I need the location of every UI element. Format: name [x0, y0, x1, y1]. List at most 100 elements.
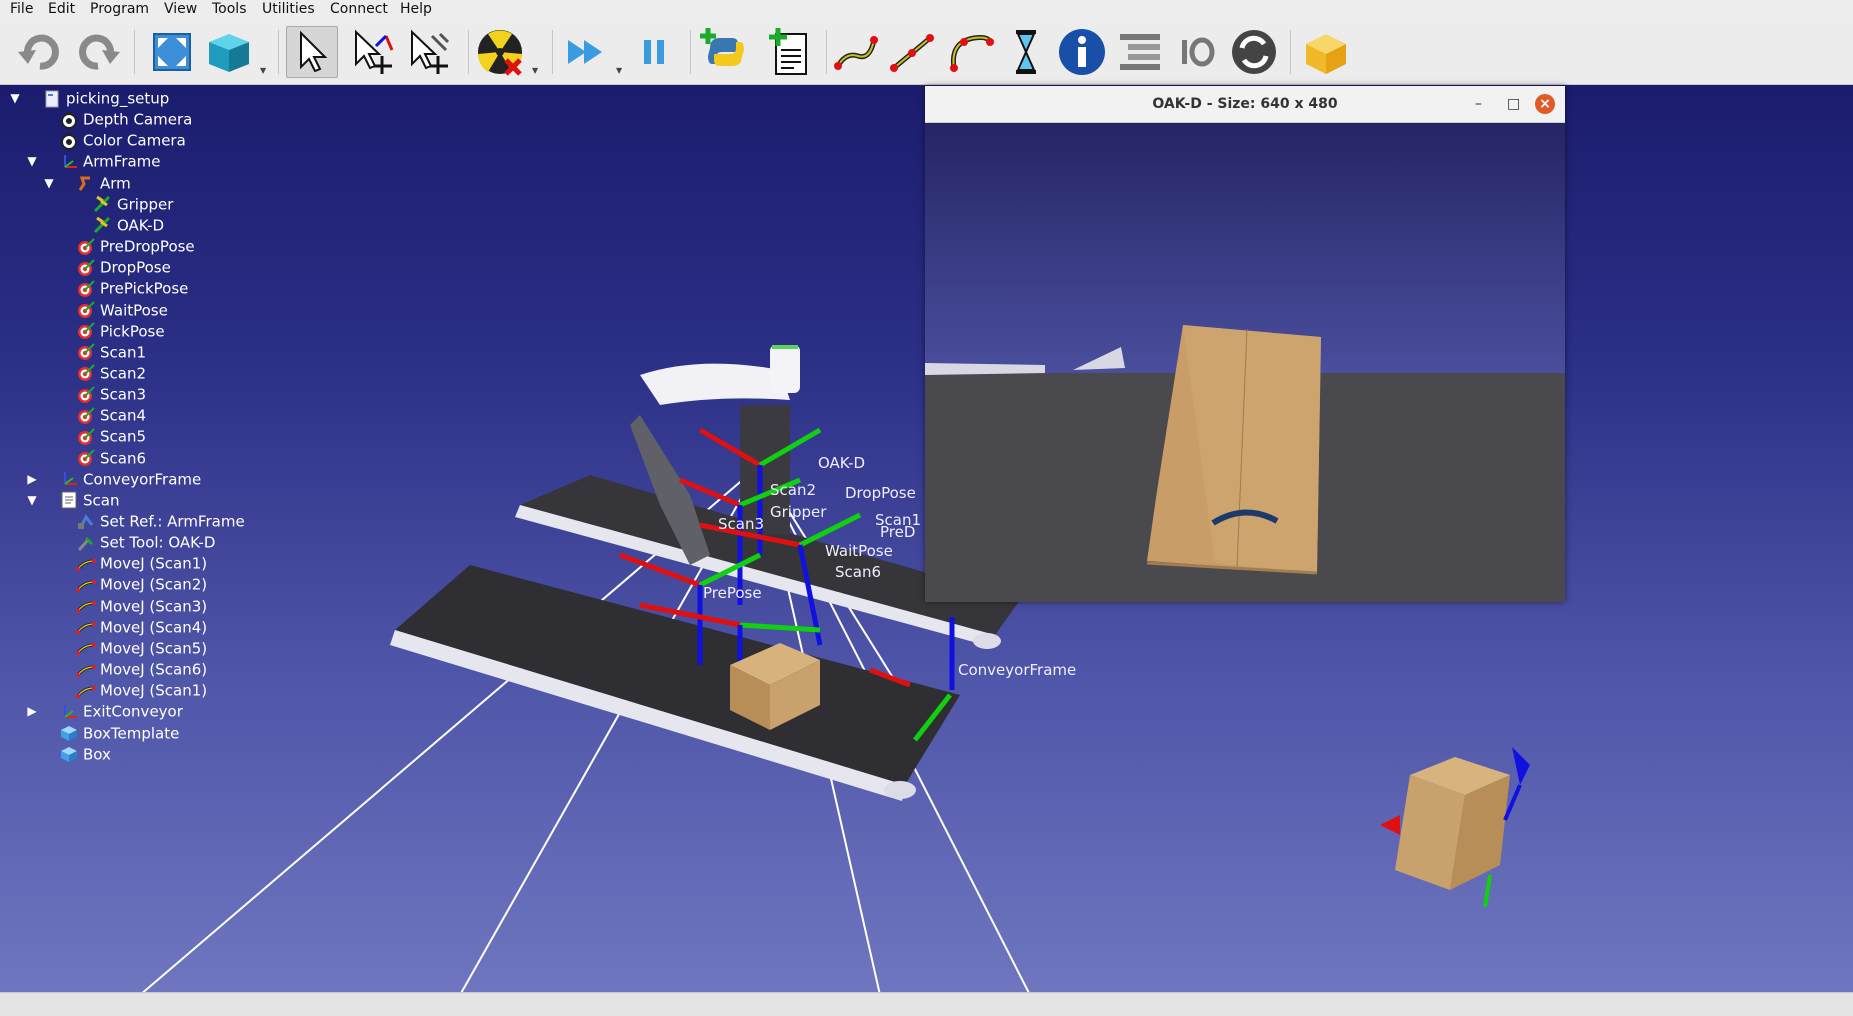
menu-edit[interactable]: Edit — [48, 1, 75, 17]
label-conveyor-frame: ConveyorFrame — [958, 661, 1076, 679]
tree-item[interactable]: Scan2 — [76, 362, 146, 384]
collapse-arrow-icon[interactable]: ▼ — [42, 176, 56, 190]
camera-view-window[interactable]: OAK-D - Size: 640 x 480 – □ × — [925, 86, 1565, 602]
add-python-program-icon — [700, 28, 744, 66]
tree-item-label: ArmFrame — [83, 152, 161, 171]
pause-button[interactable] — [628, 26, 680, 78]
fit-all-button[interactable] — [146, 26, 198, 78]
target-icon — [76, 322, 96, 340]
target-icon — [76, 428, 96, 446]
tree-item[interactable]: Scan1 — [76, 341, 146, 363]
tree-item-label: ExitConveyor — [83, 702, 183, 721]
menu-view[interactable]: View — [164, 1, 197, 17]
tree-item-label: OAK-D — [117, 216, 165, 235]
station-tree: ▼ picking_setup Depth Camera Color Camera ▼ A… — [0, 85, 300, 885]
info-button[interactable] — [1056, 26, 1108, 78]
label-predrop: PreD — [880, 523, 915, 541]
menu-file[interactable]: File — [10, 1, 33, 17]
collapse-arrow-icon[interactable]: ▼ — [25, 154, 39, 168]
menu-connect[interactable]: Connect — [330, 1, 388, 17]
add-movel-button[interactable] — [886, 26, 938, 78]
add-pause-button[interactable] — [1000, 26, 1052, 78]
instruction-list-button[interactable] — [1114, 26, 1166, 78]
reset-button[interactable] — [1228, 26, 1280, 78]
menu-help[interactable]: Help — [400, 1, 432, 17]
add-program-button[interactable] — [764, 26, 816, 78]
tree-item[interactable]: Scan6 — [76, 447, 146, 469]
tree-item[interactable]: ConveyorFrame — [59, 468, 201, 490]
run-simulation-button[interactable] — [560, 26, 612, 78]
tree-item[interactable]: Scan — [59, 489, 119, 511]
tree-item[interactable]: MoveJ (Scan5) — [76, 637, 207, 659]
tree-item[interactable]: Scan5 — [76, 425, 146, 447]
tree-item[interactable]: Arm — [76, 172, 131, 194]
expand-arrow-icon[interactable]: ▶ — [25, 704, 39, 718]
move-tool-button[interactable] — [402, 26, 454, 78]
run-dropdown-arrow[interactable]: ▼ — [616, 66, 622, 75]
collapse-arrow-icon[interactable]: ▼ — [8, 91, 22, 105]
view-cube-button[interactable] — [203, 26, 255, 78]
menu-utilities[interactable]: Utilities — [262, 1, 315, 17]
tree-item[interactable]: Set Tool: OAK-D — [76, 531, 215, 553]
tree-item[interactable]: Gripper — [93, 193, 173, 215]
tree-item[interactable]: Scan4 — [76, 404, 146, 426]
tree-item[interactable]: BoxTemplate — [59, 722, 179, 744]
close-button[interactable]: × — [1535, 94, 1555, 114]
expand-arrow-icon[interactable]: ▶ — [25, 472, 39, 486]
station-icon — [42, 90, 62, 108]
status-bar — [0, 992, 1853, 1016]
maximize-button[interactable]: □ — [1507, 96, 1520, 112]
object-icon — [59, 724, 79, 742]
tree-item[interactable]: MoveJ (Scan6) — [76, 658, 207, 680]
add-movec-button[interactable] — [944, 26, 996, 78]
frame-icon — [59, 703, 79, 721]
tree-item[interactable]: WaitPose — [76, 299, 168, 321]
menu-program[interactable]: Program — [90, 1, 149, 17]
select-pointer-button[interactable] — [286, 26, 338, 78]
view-dropdown-arrow[interactable]: ▼ — [260, 66, 266, 75]
collision-check-button[interactable] — [474, 26, 526, 78]
tree-item[interactable]: Depth Camera — [59, 108, 192, 130]
instruction-list-icon — [1120, 34, 1160, 70]
minimize-button[interactable]: – — [1475, 96, 1482, 112]
tree-item[interactable]: PreDropPose — [76, 235, 195, 257]
menu-tools[interactable]: Tools — [212, 1, 247, 17]
move-reference-button[interactable] — [346, 26, 398, 78]
tree-item-label: picking_setup — [66, 89, 170, 108]
camera-window-titlebar[interactable]: OAK-D - Size: 640 x 480 — [925, 86, 1565, 123]
redo-button[interactable] — [72, 26, 124, 78]
tree-item[interactable]: MoveJ (Scan1) — [76, 552, 207, 574]
add-movej-button[interactable] — [830, 26, 882, 78]
add-python-program-button[interactable] — [700, 26, 752, 78]
tree-item-label: PickPose — [100, 322, 165, 341]
tree-item[interactable]: MoveJ (Scan2) — [76, 573, 207, 595]
tree-item[interactable]: MoveJ (Scan1) — [76, 679, 207, 701]
tree-item[interactable]: Color Camera — [59, 129, 186, 151]
tool-icon — [93, 216, 113, 234]
tree-item[interactable]: DropPose — [76, 256, 171, 278]
collapse-arrow-icon[interactable]: ▼ — [25, 493, 39, 507]
camera-image — [925, 123, 1565, 602]
package-button[interactable] — [1300, 26, 1352, 78]
tree-item[interactable]: PickPose — [76, 320, 165, 342]
tree-item-label: MoveJ (Scan6) — [100, 660, 208, 679]
tree-item-label: WaitPose — [100, 301, 168, 319]
tree-item[interactable]: ExitConveyor — [59, 700, 183, 722]
tree-item[interactable]: MoveJ (Scan4) — [76, 616, 207, 638]
move-reference-icon — [355, 29, 394, 74]
tree-item[interactable]: PrePickPose — [76, 277, 188, 299]
target-icon — [76, 364, 96, 382]
movej-icon — [76, 639, 96, 657]
tree-item[interactable]: Box — [59, 743, 111, 765]
io-button[interactable] — [1170, 26, 1222, 78]
label-waitpose: WaitPose — [825, 542, 893, 560]
undo-button[interactable] — [14, 26, 66, 78]
tree-item[interactable]: Scan3 — [76, 383, 146, 405]
tree-item[interactable]: OAK-D — [93, 214, 164, 236]
collision-dropdown-arrow[interactable]: ▼ — [532, 66, 538, 75]
tree-item[interactable]: picking_setup — [42, 87, 169, 109]
tree-item[interactable]: Set Ref.: ArmFrame — [76, 510, 245, 532]
movej-icon — [76, 682, 96, 700]
tree-item[interactable]: MoveJ (Scan3) — [76, 595, 207, 617]
tree-item[interactable]: ArmFrame — [59, 150, 161, 172]
